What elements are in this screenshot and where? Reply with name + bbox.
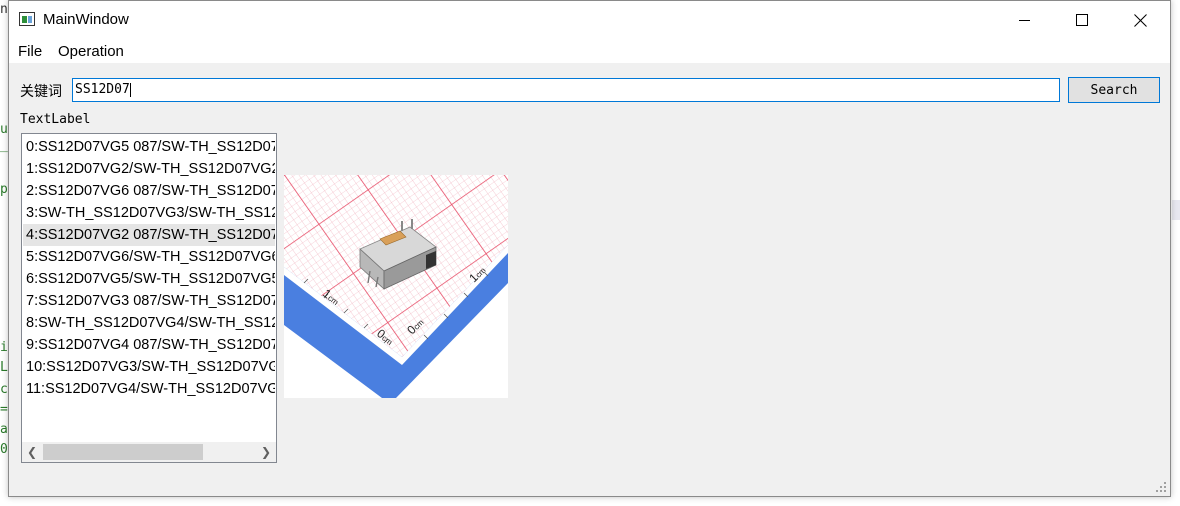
list-item[interactable]: 10:SS12D07VG3/SW-TH_SS12D07VG3 <box>23 356 275 378</box>
horizontal-scrollbar[interactable]: ❮ ❯ <box>22 442 276 462</box>
background-code-char: i <box>0 340 8 355</box>
results-list-items: 0:SS12D07VG5 087/SW-TH_SS12D07VG51:SS12D… <box>23 136 275 442</box>
window-title: MainWindow <box>43 11 129 28</box>
scrollbar-thumb[interactable] <box>43 444 203 460</box>
background-code-char: L <box>0 360 8 375</box>
background-code-char: = <box>0 402 8 417</box>
minimize-button[interactable] <box>995 1 1053 39</box>
search-input[interactable]: SS12D07 <box>72 78 1060 102</box>
background-highlight <box>1172 200 1180 220</box>
chevron-right-icon: ❯ <box>260 445 272 459</box>
background-code-char: n <box>0 2 8 17</box>
main-window: MainWindow File Operation 关键词 SS12D07 Se… <box>8 0 1171 497</box>
maximize-button[interactable] <box>1053 1 1111 39</box>
scroll-left-button[interactable]: ❮ <box>22 442 42 462</box>
menu-bar: File Operation <box>9 39 1170 63</box>
list-item[interactable]: 0:SS12D07VG5 087/SW-TH_SS12D07VG5 <box>23 136 275 158</box>
list-item[interactable]: 9:SS12D07VG4 087/SW-TH_SS12D07VG4 <box>23 334 275 356</box>
list-item[interactable]: 5:SS12D07VG6/SW-TH_SS12D07VG6 <box>23 246 275 268</box>
menu-file[interactable]: File <box>18 43 42 60</box>
minimize-icon <box>1018 19 1030 21</box>
close-button[interactable] <box>1111 1 1169 39</box>
keyword-label: 关键词 <box>20 83 62 99</box>
list-item[interactable]: 1:SS12D07VG2/SW-TH_SS12D07VG2 <box>23 158 275 180</box>
close-icon <box>1134 14 1147 27</box>
maximize-icon <box>1076 14 1088 26</box>
background-code-char: p <box>0 182 8 197</box>
list-item[interactable]: 4:SS12D07VG2 087/SW-TH_SS12D07VG2 <box>23 224 275 246</box>
product-photo-svg: 1cm 0cm 0cm 1cm <box>284 175 508 398</box>
list-item[interactable]: 8:SW-TH_SS12D07VG4/SW-TH_SS12D07VG4 <box>23 312 275 334</box>
list-item[interactable]: 2:SS12D07VG6 087/SW-TH_SS12D07VG6 <box>23 180 275 202</box>
list-item[interactable]: 6:SS12D07VG5/SW-TH_SS12D07VG5 <box>23 268 275 290</box>
background-code-char: u <box>0 122 8 137</box>
background-code-char: c <box>0 382 8 397</box>
app-icon <box>19 12 35 26</box>
text-caret <box>129 82 131 97</box>
search-button[interactable]: Search <box>1068 77 1160 103</box>
list-item[interactable]: 3:SW-TH_SS12D07VG3/SW-TH_SS12D07VG3 <box>23 202 275 224</box>
list-item[interactable]: 7:SS12D07VG3 087/SW-TH_SS12D07VG3 <box>23 290 275 312</box>
results-list[interactable]: 0:SS12D07VG5 087/SW-TH_SS12D07VG51:SS12D… <box>21 133 277 463</box>
background-code-char: _ <box>0 138 8 153</box>
chevron-left-icon: ❮ <box>26 445 38 459</box>
search-input-value: SS12D07 <box>75 82 130 97</box>
menu-operation[interactable]: Operation <box>58 43 124 60</box>
list-item[interactable]: 11:SS12D07VG4/SW-TH_SS12D07VG4 <box>23 378 275 400</box>
text-label: TextLabel <box>20 112 91 127</box>
scroll-right-button[interactable]: ❯ <box>256 442 276 462</box>
title-bar[interactable]: MainWindow <box>9 1 1170 39</box>
background-code-char: 0 <box>0 442 8 457</box>
background-code-char: a <box>0 422 8 437</box>
product-image: 1cm 0cm 0cm 1cm <box>284 175 508 398</box>
resize-grip-icon[interactable] <box>1155 481 1167 493</box>
